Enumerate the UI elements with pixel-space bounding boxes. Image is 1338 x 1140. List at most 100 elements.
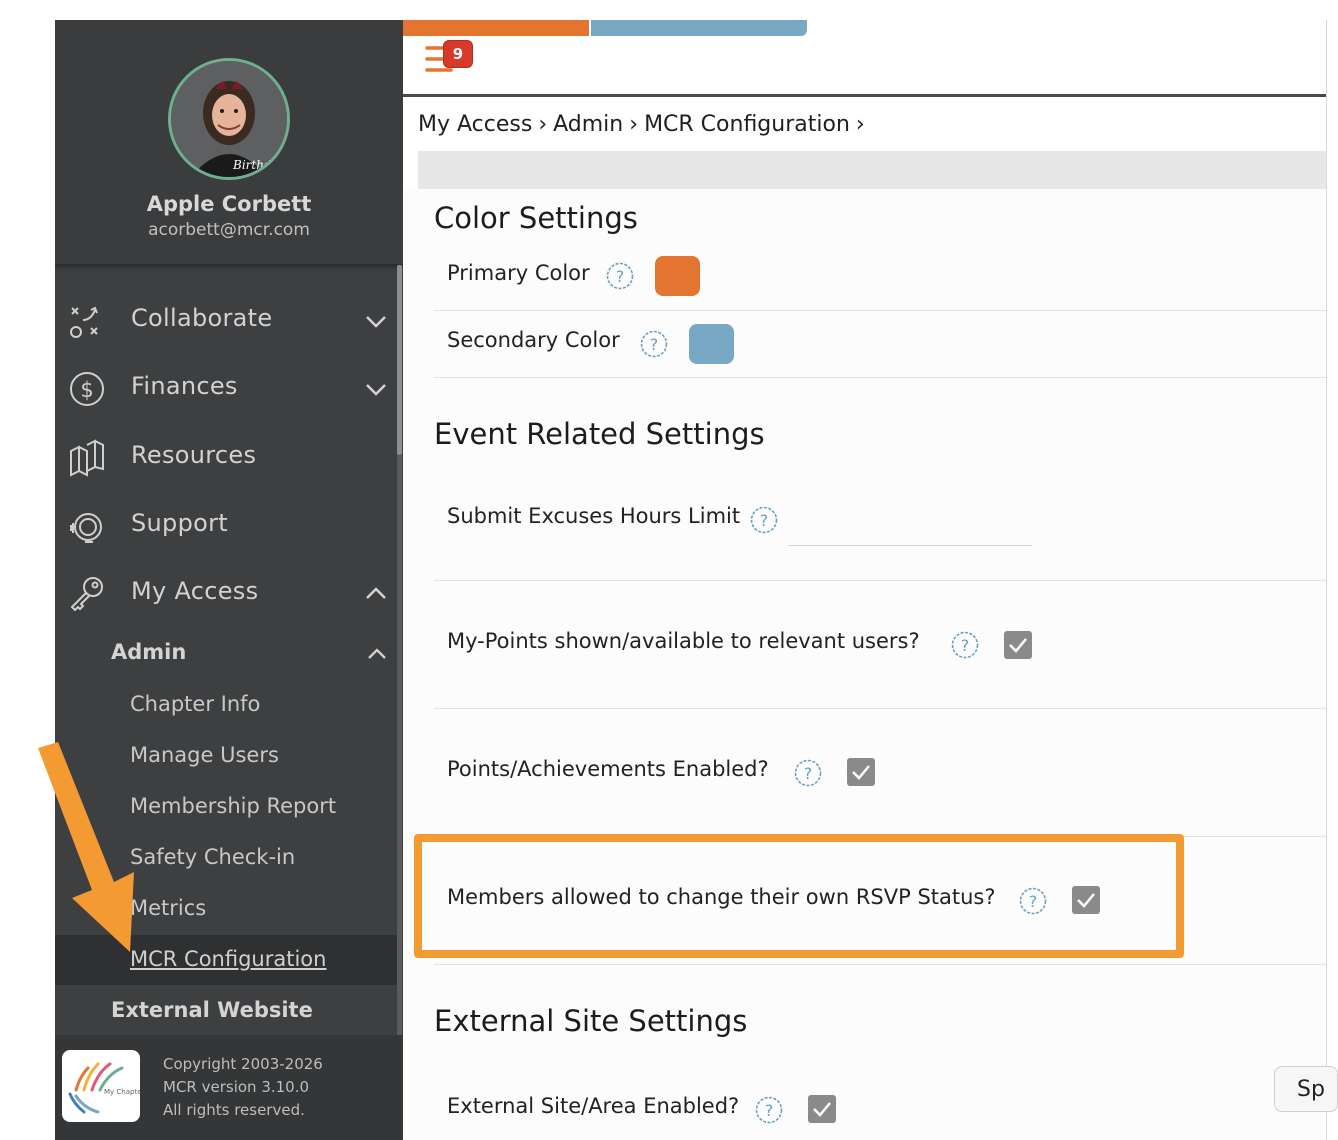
external-site-row: External Site/Area Enabled?: [447, 1094, 739, 1118]
app-window: Birthday Apple Corbett acorbett@mcr.com …: [0, 0, 1338, 1140]
sub-item-label: Chapter Info: [130, 692, 261, 716]
svg-text:?: ?: [760, 511, 769, 530]
mypoints-checkbox[interactable]: [1004, 631, 1032, 659]
sidebar-item-label: My Access: [131, 577, 259, 605]
footer-rights: All rights reserved.: [163, 1101, 305, 1119]
settings-content: Color Settings Primary Color ? Secondary…: [403, 189, 1326, 1140]
sidebar-item-label: Collaborate: [131, 304, 273, 332]
primary-color-label: Primary Color: [447, 261, 590, 285]
svg-text:?: ?: [650, 335, 659, 354]
help-icon[interactable]: ?: [951, 631, 979, 659]
checkmark-icon: [813, 1102, 831, 1117]
sub-item-label: Safety Check-in: [130, 845, 296, 869]
breadcrumb-my-access[interactable]: My Access: [418, 112, 532, 137]
avatar-shirt-text: Birthday: [232, 158, 286, 172]
divider: [434, 964, 1326, 965]
sidebar-item-collaborate[interactable]: Collaborate: [55, 290, 397, 350]
excuses-hours-input[interactable]: [788, 545, 1032, 546]
help-icon[interactable]: ?: [606, 262, 634, 290]
profile-name: Apple Corbett: [146, 192, 312, 216]
header-band: [418, 151, 1326, 189]
svg-text:$: $: [80, 378, 93, 402]
help-icon[interactable]: ?: [750, 506, 778, 534]
achievements-row: Points/Achievements Enabled?: [447, 757, 769, 781]
chevron-right-icon: ›: [538, 112, 548, 137]
external-site-checkbox[interactable]: [808, 1095, 836, 1123]
highlight-box-annotation: [414, 834, 1184, 958]
svg-text:?: ?: [961, 636, 970, 655]
sidebar-item-external-website[interactable]: External Website: [55, 988, 397, 1036]
sidebar-footer: My Chapter Room Copyright 2003-2026 MCR …: [55, 1035, 403, 1140]
svg-text:?: ?: [804, 764, 813, 783]
help-icon[interactable]: ?: [640, 330, 668, 358]
mypoints-label: My-Points shown/available to relevant us…: [447, 629, 920, 653]
event-settings-title: Event Related Settings: [434, 417, 765, 451]
dollar-circle-icon: $: [70, 372, 104, 406]
external-website-label: External Website: [111, 998, 313, 1022]
sub-item-label: Membership Report: [130, 794, 337, 818]
footer-version: MCR version 3.10.0: [163, 1078, 310, 1096]
primary-color-swatch[interactable]: [655, 256, 700, 296]
profile-email: acorbett@mcr.com: [148, 220, 310, 240]
primary-accent-bar: [403, 20, 589, 36]
divider: [434, 377, 1326, 378]
notification-badge[interactable]: 9: [443, 40, 473, 68]
primary-color-row: Primary Color: [447, 261, 590, 285]
secondary-color-row: Secondary Color: [447, 328, 620, 352]
arrow-annotation-icon: [38, 742, 134, 952]
achievements-checkbox[interactable]: [847, 758, 875, 786]
sidebar-item-finances[interactable]: $ Finances: [55, 358, 397, 418]
headset-icon: [70, 513, 102, 543]
mcr-logo[interactable]: My Chapter Room: [62, 1050, 140, 1122]
excuses-row: Submit Excuses Hours Limit: [447, 504, 740, 528]
chevron-down-icon[interactable]: [363, 376, 389, 402]
secondary-color-label: Secondary Color: [447, 328, 620, 352]
breadcrumb-admin[interactable]: Admin: [553, 112, 623, 137]
main-panel: 9 My Access › Admin › MCR Configuration › Col…: [403, 20, 1327, 1140]
external-site-label: External Site/Area Enabled?: [447, 1094, 740, 1118]
collaborate-plays-icon: [70, 306, 98, 338]
logo-text: My Chapter Room: [104, 1088, 140, 1096]
sidebar-item-label: Resources: [131, 441, 257, 469]
external-settings-title: External Site Settings: [434, 1004, 748, 1038]
help-icon[interactable]: ?: [794, 759, 822, 787]
excuses-label: Submit Excuses Hours Limit: [447, 504, 741, 528]
sub-item-label: MCR Configuration: [130, 947, 327, 971]
sidebar-item-chapter-info[interactable]: Chapter Info: [55, 680, 397, 730]
divider: [434, 580, 1326, 581]
chevron-up-icon[interactable]: [365, 642, 389, 666]
help-icon[interactable]: ?: [755, 1096, 783, 1124]
achievements-label: Points/Achievements Enabled?: [447, 757, 769, 781]
svg-text:?: ?: [765, 1101, 774, 1120]
sidebar-item-label: Support: [131, 509, 228, 537]
breadcrumb: My Access › Admin › MCR Configuration ›: [418, 112, 871, 137]
divider: [434, 708, 1326, 709]
sidebar-group-admin[interactable]: Admin: [55, 630, 397, 678]
floating-sp-button[interactable]: Sp: [1274, 1066, 1338, 1112]
checkmark-icon: [1009, 638, 1027, 653]
footer-copyright: Copyright 2003-2026: [163, 1055, 323, 1073]
chevron-right-icon: ›: [855, 112, 865, 137]
checkmark-icon: [852, 765, 870, 780]
color-settings-title: Color Settings: [434, 201, 638, 235]
chevron-right-icon: ›: [629, 112, 639, 137]
divider: [434, 310, 1326, 311]
avatar[interactable]: Birthday: [168, 58, 290, 180]
svg-text:?: ?: [616, 267, 625, 286]
chevron-up-icon[interactable]: [363, 581, 389, 607]
breadcrumb-mcr-configuration[interactable]: MCR Configuration: [644, 112, 850, 137]
sidebar-item-resources[interactable]: Resources: [55, 427, 397, 487]
mypoints-row: My-Points shown/available to relevant us…: [447, 629, 920, 653]
admin-label: Admin: [111, 640, 187, 664]
sidebar-item-label: Finances: [131, 372, 238, 400]
secondary-color-swatch[interactable]: [689, 324, 734, 364]
sidebar-item-my-access[interactable]: My Access: [55, 563, 397, 623]
sidebar-scroll-thumb[interactable]: [397, 265, 402, 455]
top-bar: 9: [403, 20, 1326, 97]
secondary-accent-bar: [591, 20, 807, 36]
books-icon: [70, 439, 104, 477]
profile-card: Birthday Apple Corbett acorbett@mcr.com: [55, 20, 403, 265]
sidebar-item-support[interactable]: Support: [55, 495, 397, 555]
chevron-down-icon[interactable]: [363, 308, 389, 334]
sub-item-label: Manage Users: [130, 743, 279, 767]
